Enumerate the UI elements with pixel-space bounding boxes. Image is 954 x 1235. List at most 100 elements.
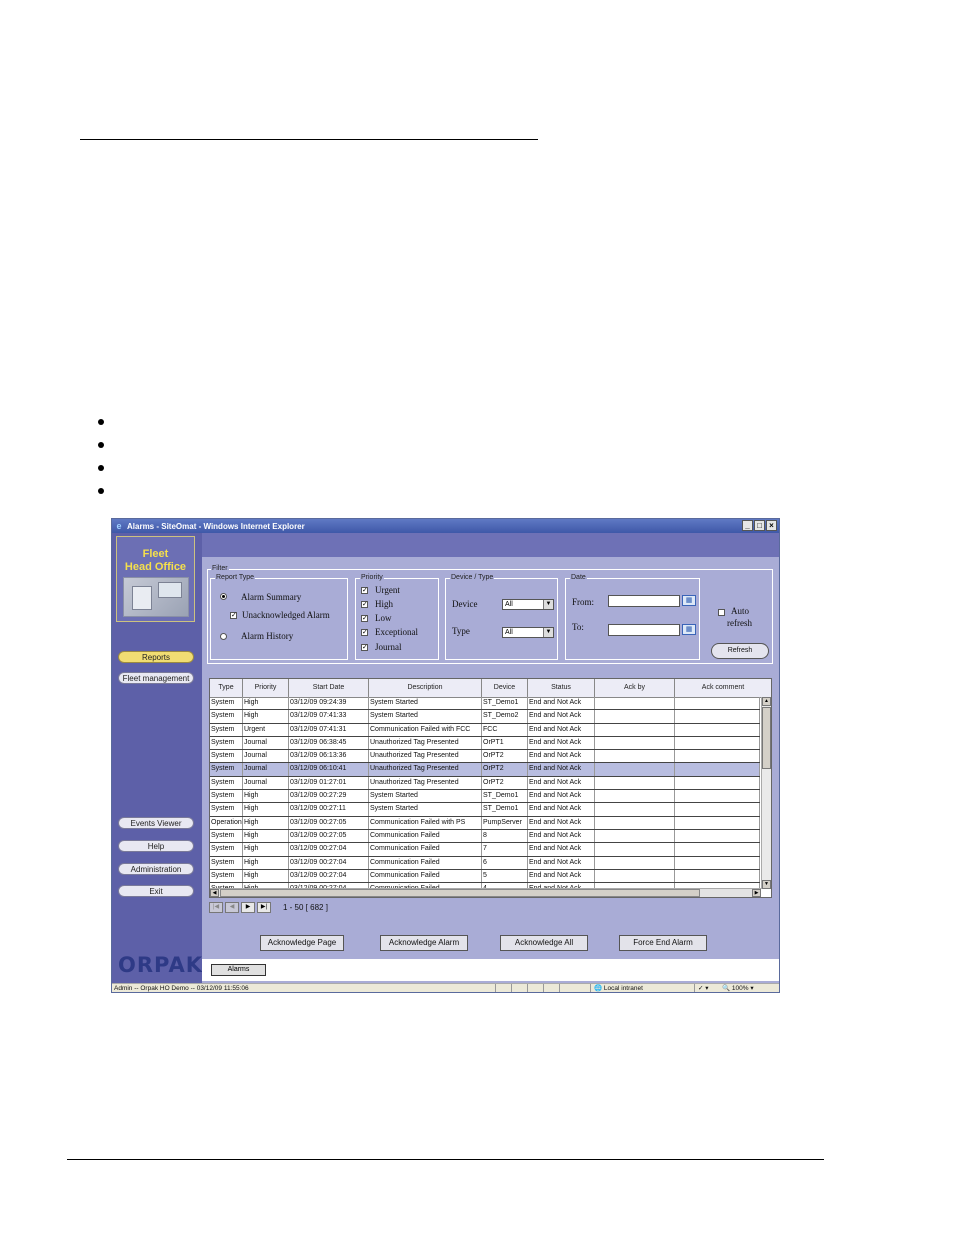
table-cell	[675, 763, 760, 776]
col-ack-by[interactable]: Ack by	[595, 679, 675, 697]
date-from-input[interactable]	[608, 595, 680, 607]
table-cell: Unauthorized Tag Presented	[369, 736, 482, 750]
scroll-left-icon[interactable]: ◀	[210, 889, 219, 897]
table-row[interactable]: System High 03/12/09 00:27:05 Communication…	[210, 829, 760, 844]
table-cell	[595, 697, 675, 710]
date-to-label: To:	[572, 622, 584, 632]
last-page-icon[interactable]: ▶|	[257, 901, 271, 913]
table-cell	[595, 843, 675, 856]
col-type[interactable]: Type	[210, 679, 243, 697]
minimize-icon[interactable]: _	[742, 520, 753, 531]
zoom-control[interactable]: 🔍 100% ▾	[722, 984, 754, 992]
table-cell: System Started	[369, 790, 482, 803]
table-cell	[595, 736, 675, 750]
bullet-item	[98, 410, 104, 433]
table-cell: High	[243, 829, 289, 843]
close-icon[interactable]: ×	[766, 520, 777, 531]
table-cell: High	[243, 816, 289, 829]
table-cell: 7	[482, 843, 528, 856]
status-cell	[543, 984, 559, 992]
table-cell	[675, 750, 760, 763]
calendar-icon[interactable]: ▦	[682, 624, 696, 635]
priority-exceptional-checkbox[interactable]: ✓	[361, 629, 368, 636]
priority-journal-checkbox[interactable]: ✓	[361, 644, 368, 651]
hscroll-thumb[interactable]	[220, 889, 700, 897]
col-ack-comment[interactable]: Ack comment	[675, 679, 771, 697]
fuel-station-illustration	[123, 577, 189, 617]
ie-window: e Alarms - SiteOmat - Windows Internet E…	[111, 518, 780, 993]
filter-panel: Filter Report Type Alarm Summary ✓ Unack…	[207, 565, 773, 664]
bullet-dot	[98, 441, 104, 448]
vertical-scrollbar[interactable]: ▲ ▼	[761, 697, 771, 889]
administration-button[interactable]: Administration	[118, 863, 194, 875]
protected-mode-icon[interactable]: ✓ ▾	[694, 984, 709, 992]
exit-button[interactable]: Exit	[118, 885, 194, 897]
table-cell: PumpServer	[482, 816, 528, 829]
col-status[interactable]: Status	[528, 679, 595, 697]
table-row[interactable]: System Journal 03/12/09 06:10:41 Unauthoriz…	[210, 763, 760, 777]
table-row[interactable]: System High 03/12/09 00:27:11 System Starte…	[210, 803, 760, 817]
table-cell	[675, 816, 760, 829]
date-to-input[interactable]	[608, 624, 680, 636]
scroll-down-icon[interactable]: ▼	[762, 880, 771, 889]
type-select[interactable]: All ▼	[502, 627, 554, 638]
scroll-up-icon[interactable]: ▲	[762, 697, 771, 706]
priority-low-checkbox[interactable]: ✓	[361, 615, 368, 622]
scroll-right-icon[interactable]: ▶	[752, 889, 761, 897]
table-cell: 03/12/09 00:27:04	[289, 869, 369, 883]
alarm-summary-label: Alarm Summary	[241, 592, 302, 602]
force-end-alarm-button[interactable]: Force End Alarm	[619, 935, 707, 951]
first-page-icon[interactable]: |◀	[209, 901, 223, 913]
acknowledge-page-button[interactable]: Acknowledge Page	[260, 935, 344, 951]
col-priority[interactable]: Priority	[243, 679, 289, 697]
priority-urgent-checkbox[interactable]: ✓	[361, 587, 368, 594]
scroll-thumb[interactable]	[762, 707, 771, 769]
table-cell: System	[210, 763, 243, 776]
table-row[interactable]: System Journal 03/12/09 06:38:45 Unauthoriz…	[210, 736, 760, 751]
table-row[interactable]: Operation High 03/12/09 00:27:05 Communicat…	[210, 816, 760, 830]
horizontal-scrollbar[interactable]: ◀ ▶	[210, 888, 761, 897]
table-cell: System Started	[369, 710, 482, 723]
table-row[interactable]: System High 03/12/09 07:41:33 System Starte…	[210, 710, 760, 724]
auto-refresh-checkbox[interactable]	[718, 609, 725, 616]
table-row[interactable]: SystemHigh03/12/09 00:27:04Communication…	[210, 869, 760, 884]
alarms-tab-button[interactable]: Alarms	[211, 964, 266, 976]
zoom-level: 100%	[731, 985, 749, 992]
table-cell: System	[210, 697, 243, 710]
alarm-summary-radio[interactable]	[220, 593, 227, 600]
alarm-history-radio[interactable]	[220, 633, 227, 640]
table-row[interactable]: SystemHigh03/12/09 00:27:04Communication…	[210, 856, 760, 870]
help-button[interactable]: Help	[118, 840, 194, 852]
nav-reports-button[interactable]: Reports	[118, 651, 194, 663]
orpak-logo: ORPAK	[118, 953, 204, 977]
table-row[interactable]: System High 03/12/09 09:24:39 System Starte…	[210, 697, 760, 711]
next-page-icon[interactable]: ▶	[241, 901, 255, 913]
date-from-label: From:	[572, 597, 595, 607]
table-row[interactable]: SystemHigh03/12/09 00:27:04Communication…	[210, 843, 760, 857]
window-titlebar: e Alarms - SiteOmat - Windows Internet E…	[112, 519, 779, 533]
table-row[interactable]: System Urgent 03/12/09 07:41:31 Communicati…	[210, 723, 760, 737]
table-cell: Unauthorized Tag Presented	[369, 763, 482, 776]
col-start-date[interactable]: Start Date	[289, 679, 369, 697]
unacknowledged-alarm-checkbox[interactable]: ✓	[230, 612, 237, 619]
col-description[interactable]: Description	[369, 679, 482, 697]
table-row[interactable]: System Journal 03/12/09 06:13:36 Unauthoriz…	[210, 750, 760, 764]
bullet-dot	[98, 418, 104, 425]
prev-page-icon[interactable]: ◀	[225, 901, 239, 913]
refresh-button[interactable]: Refresh	[711, 643, 769, 659]
device-select[interactable]: All ▼	[502, 599, 554, 610]
calendar-icon[interactable]: ▦	[682, 595, 696, 606]
table-cell: High	[243, 710, 289, 723]
events-viewer-button[interactable]: Events Viewer	[118, 817, 194, 829]
maximize-icon[interactable]: □	[754, 520, 765, 531]
nav-fleet-management-button[interactable]: Fleet management	[118, 672, 194, 684]
priority-journal-label: Journal	[375, 642, 402, 652]
table-cell: System	[210, 776, 243, 790]
table-row[interactable]: System Journal 03/12/09 01:27:01 Unauthoriz…	[210, 776, 760, 791]
col-device[interactable]: Device	[482, 679, 528, 697]
priority-high-checkbox[interactable]: ✓	[361, 601, 368, 608]
acknowledge-all-button[interactable]: Acknowledge All	[500, 935, 588, 951]
acknowledge-alarm-button[interactable]: Acknowledge Alarm	[380, 935, 468, 951]
bullet-list	[98, 410, 104, 502]
table-row[interactable]: System High 03/12/09 00:27:29 System Starte…	[210, 790, 760, 804]
